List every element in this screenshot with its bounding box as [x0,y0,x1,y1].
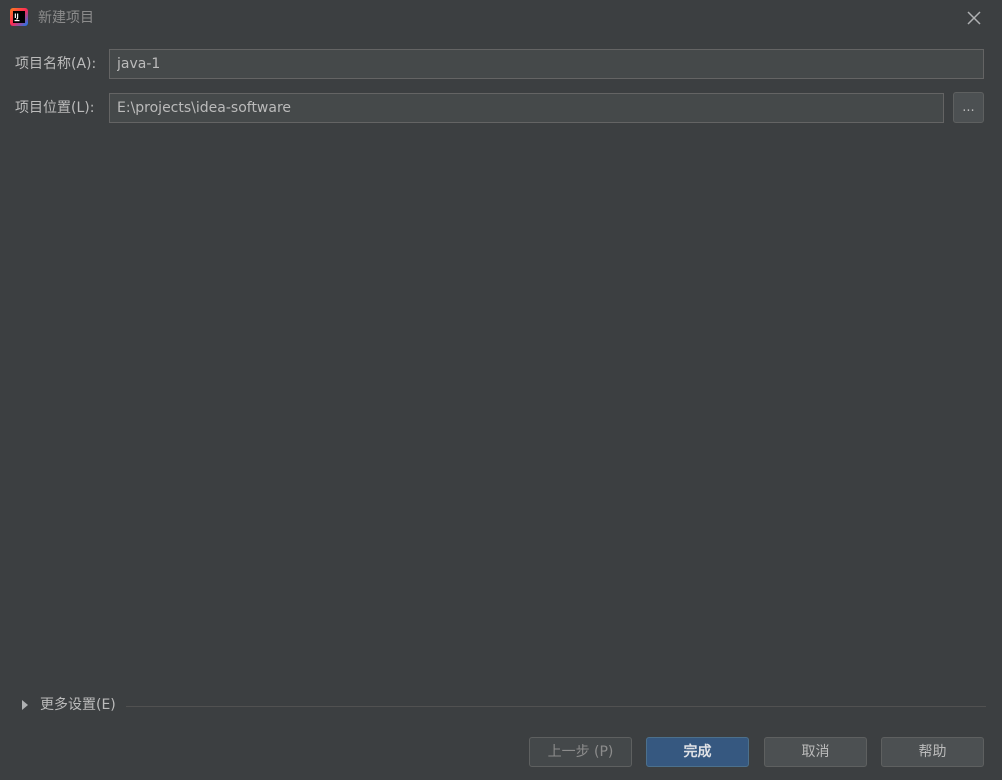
project-location-input[interactable] [109,93,944,123]
project-location-label: 项目位置(L): [15,100,95,116]
svg-text:IJ: IJ [14,13,18,20]
close-icon[interactable] [964,8,984,28]
browse-button[interactable]: ... [953,92,984,123]
expand-arrow-icon [22,700,28,710]
new-project-dialog: IJ 新建项目 项目名称(A): 项目位置(L): ... 更多设置(E) 上一… [0,0,1002,780]
project-name-label: 项目名称(A): [15,56,97,72]
previous-button[interactable]: 上一步 (P) [529,737,632,767]
cancel-button[interactable]: 取消 [764,737,867,767]
project-name-input[interactable] [109,49,984,79]
more-settings-label: 更多设置(E) [40,697,116,713]
dialog-title: 新建项目 [38,10,94,26]
more-settings-toggle[interactable]: 更多设置(E) [20,696,116,714]
title-bar: IJ 新建项目 [0,0,1002,36]
help-button[interactable]: 帮助 [881,737,984,767]
finish-button[interactable]: 完成 [646,737,749,767]
divider [126,706,986,707]
intellij-idea-icon: IJ [10,8,28,26]
